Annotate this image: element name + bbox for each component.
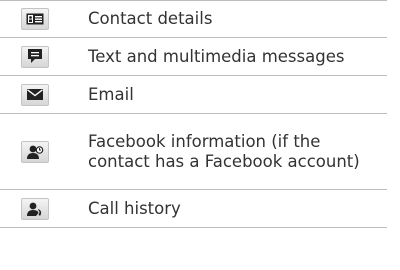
list-item-label: Facebook information (if the contact has… bbox=[88, 131, 360, 171]
list-item-label: Call history bbox=[88, 198, 181, 218]
feature-list: Contact details Text and multimedia mess… bbox=[0, 0, 387, 228]
list-item-call-history: Call history bbox=[0, 190, 387, 228]
facebook-person-icon bbox=[21, 140, 49, 163]
list-item-facebook: Facebook information (if the contact has… bbox=[0, 114, 387, 190]
message-bubble-icon bbox=[21, 45, 49, 68]
list-item-label: Email bbox=[88, 84, 134, 104]
list-item-label: Text and multimedia messages bbox=[88, 46, 345, 66]
list-item-contact-details: Contact details bbox=[0, 0, 387, 38]
contact-card-icon bbox=[21, 8, 49, 30]
envelope-icon bbox=[21, 83, 49, 106]
call-history-icon bbox=[21, 197, 49, 220]
list-item-label: Contact details bbox=[88, 9, 213, 28]
list-item-email: Email bbox=[0, 76, 387, 114]
list-item-messages: Text and multimedia messages bbox=[0, 38, 387, 76]
